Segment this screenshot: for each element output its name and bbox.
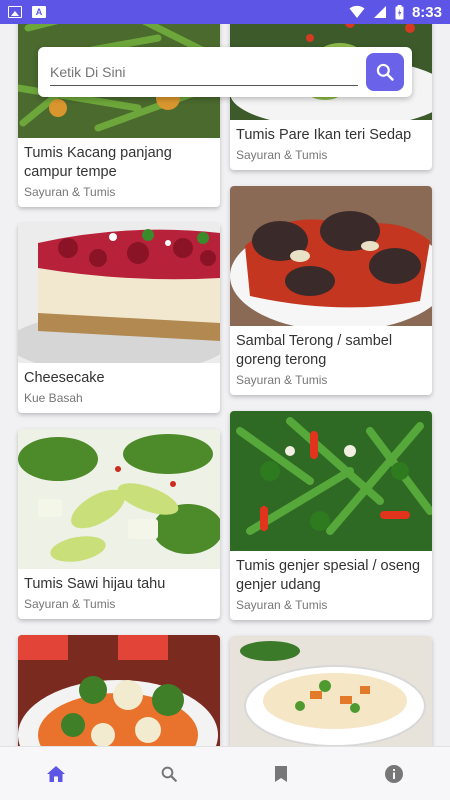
- search-icon: [376, 63, 394, 81]
- signal-icon: [373, 6, 386, 18]
- recipe-image: [230, 186, 432, 326]
- recipe-category: Sayuran & Tumis: [236, 598, 328, 612]
- app-notification-icon: A: [32, 6, 46, 18]
- recipe-image: [18, 635, 220, 746]
- recipe-title: Tumis Sawi hijau tahu: [24, 576, 166, 592]
- search-icon: [161, 766, 177, 782]
- recipe-card[interactable]: Sambal Terong / sambel goreng terong Say…: [230, 186, 432, 395]
- recipe-card[interactable]: Cheesecake Kue Basah: [18, 223, 220, 413]
- recipe-card[interactable]: [18, 635, 220, 746]
- search-input[interactable]: [50, 58, 358, 86]
- battery-icon: [395, 4, 404, 19]
- nav-home[interactable]: [0, 747, 113, 800]
- recipe-category: Sayuran & Tumis: [236, 373, 328, 387]
- recipe-column-right: Tumis Pare Ikan teri Sedap Sayuran & Tum…: [230, 24, 432, 746]
- bottom-navigation: [0, 746, 450, 800]
- home-icon: [47, 765, 66, 782]
- recipe-card[interactable]: Tumis genjer spesial / oseng genjer udan…: [230, 411, 432, 620]
- recipe-category: Sayuran & Tumis: [24, 597, 116, 611]
- recipe-title: Cheesecake: [24, 370, 105, 386]
- recipe-image: [18, 429, 220, 569]
- nav-bookmark[interactable]: [225, 747, 338, 800]
- search-bar: [38, 47, 412, 97]
- nav-info[interactable]: [338, 747, 450, 800]
- recipe-title: Tumis Pare Ikan teri Sedap: [236, 127, 412, 143]
- recipe-card[interactable]: Tumis Sawi hijau tahu Sayuran & Tumis: [18, 429, 220, 619]
- recipe-title: Sambal Terong / sambel goreng terong: [236, 333, 393, 368]
- recipe-category: Sayuran & Tumis: [24, 185, 116, 199]
- recipe-column-left: Tumis Kacang panjang campur tempe Sayura…: [18, 24, 220, 746]
- nav-search[interactable]: [113, 747, 226, 800]
- recipe-category: Kue Basah: [24, 391, 83, 405]
- status-time: 8:33: [411, 3, 442, 21]
- info-icon: [384, 764, 403, 783]
- recipe-image: [230, 636, 432, 746]
- status-bar: A 8:33: [0, 0, 450, 24]
- recipe-card[interactable]: Tumis Pare Ikan teri Sedap Sayuran & Tum…: [230, 24, 432, 170]
- gallery-notification-icon: [8, 6, 22, 18]
- wifi-icon: [349, 5, 365, 18]
- recipe-image: [18, 223, 220, 363]
- recipe-image: [230, 411, 432, 551]
- recipe-card[interactable]: [230, 636, 432, 746]
- search-button[interactable]: [366, 53, 404, 91]
- recipe-title: Tumis Kacang panjang campur tempe: [24, 145, 172, 180]
- recipe-list: Tumis Kacang panjang campur tempe Sayura…: [0, 24, 450, 746]
- recipe-title: Tumis genjer spesial / oseng genjer udan…: [236, 558, 421, 593]
- recipe-category: Sayuran & Tumis: [236, 148, 328, 162]
- bookmark-icon: [275, 765, 288, 782]
